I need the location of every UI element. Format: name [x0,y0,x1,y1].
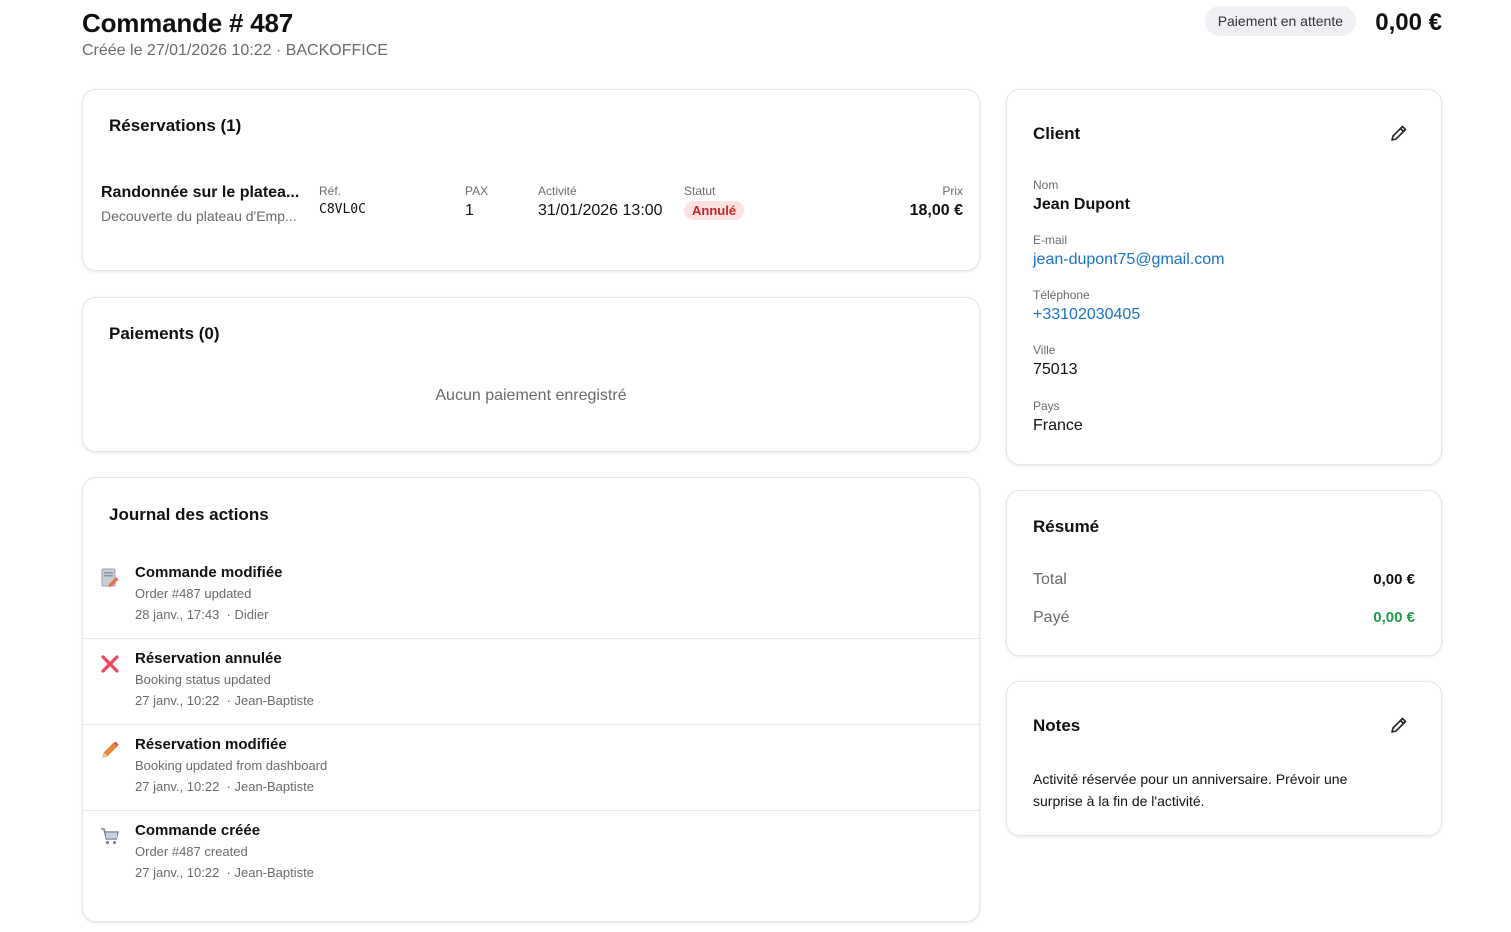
summary-paid-label: Payé [1033,609,1070,626]
client-phone-field: Téléphone +33102030405 [1033,288,1140,324]
reservations-card: Réservations (1) Randonnée sur le platea… [82,89,980,271]
client-name-field: Nom Jean Dupont [1033,178,1130,214]
log-description: Booking updated from dashboard [135,758,328,773]
client-email-field: E-mail jean-dupont75@gmail.com [1033,233,1224,269]
client-title: Client [1033,124,1081,143]
client-country: France [1033,417,1083,434]
summary-total-label: Total [1033,571,1067,588]
reservations-title: Réservations (1) [109,116,242,135]
reservation-status-badge: Annulé [684,201,745,220]
log-meta: 27 janv., 10:22 · Jean-Baptiste [135,779,314,794]
reservation-ref: C8VL0C [319,202,366,217]
activity-label: Activité [538,184,577,198]
status-label: Statut [684,184,716,198]
log-item: Réservation annulée Booking status updat… [83,639,979,725]
action-log-card: Journal des actions Commande modifiée Or… [82,477,980,922]
reservation-description: Decouverte du plateau d'Emp... [101,208,297,224]
log-meta: 27 janv., 10:22 · Jean-Baptiste [135,865,314,880]
reservation-ref-column: Réf. C8VL0C [319,184,366,217]
reservation-activity-column: Activité 31/01/2026 13:00 [538,184,663,220]
pax-label: PAX [465,184,489,198]
page-title: Commande # 487 [82,8,294,38]
reservation-activity-date: 31/01/2026 13:00 [538,202,663,219]
cross-icon [101,655,119,673]
payments-empty-message: Aucun paiement enregistré [435,387,627,404]
payments-card: Paiements (0) Aucun paiement enregistré [82,297,980,452]
reservation-pax: 1 [465,202,474,219]
client-city: 75013 [1033,361,1078,378]
order-subtitle: Créée le 27/01/2026 10:22 · BACKOFFICE [82,42,388,59]
log-description: Order #487 created [135,844,248,859]
client-email-label: E-mail [1033,233,1068,247]
price-label: Prix [942,184,963,198]
log-meta: 28 janv., 17:43 · Didier [135,607,269,622]
reservation-price-column: Prix 18,00 € [910,184,963,220]
summary-paid-value: 0,00 € [1373,609,1415,626]
client-email-link[interactable]: jean-dupont75@gmail.com [1033,251,1224,269]
notes-card: Notes Activité réservée pour un annivers… [1006,681,1442,836]
pencil-icon [102,741,119,758]
log-description: Order #487 updated [135,586,252,601]
log-title: Réservation modifiée [135,736,287,753]
log-title: Réservation annulée [135,650,282,667]
reservation-price: 18,00 € [909,202,963,219]
order-total-amount: 0,00 € [1375,9,1442,36]
client-country-field: Pays France [1033,399,1083,435]
reservation-name[interactable]: Randonnée sur le platea... [101,184,306,202]
summary-total-value: 0,00 € [1373,571,1415,588]
client-phone-link[interactable]: +33102030405 [1033,306,1140,324]
edit-client-pencil-icon[interactable] [1388,122,1410,144]
log-meta: 27 janv., 10:22 · Jean-Baptiste [135,693,314,708]
log-title: Commande modifiée [135,564,283,581]
log-item: Commande modifiée Order #487 updated 28 … [83,553,979,639]
client-phone-label: Téléphone [1033,288,1090,302]
ref-label: Réf. [319,184,342,198]
client-country-label: Pays [1033,399,1060,413]
notes-text: Activité réservée pour un anniversaire. … [1033,771,1348,809]
client-city-label: Ville [1033,343,1056,357]
log-item: Réservation modifiée Booking updated fro… [83,725,979,811]
client-card: Client Nom Jean Dupont E-mail jean-dupon… [1006,89,1442,465]
order-header: Commande # 487 Créée le 27/01/2026 10:22… [82,6,1442,66]
summary-card: Résumé Total 0,00 € Payé 0,00 € [1006,490,1442,656]
client-name: Jean Dupont [1033,196,1130,213]
action-log-title: Journal des actions [109,505,269,524]
payments-title: Paiements (0) [109,324,220,343]
log-description: Booking status updated [135,672,271,687]
edit-notes-pencil-icon[interactable] [1388,714,1410,736]
reservation-item[interactable]: Randonnée sur le platea... Decouverte du… [101,184,311,224]
notes-title: Notes [1033,716,1081,735]
log-item: Commande créée Order #487 created 27 jan… [83,811,979,897]
reservation-pax-column: PAX 1 [465,184,488,220]
payment-status-badge: Paiement en attente [1204,6,1356,36]
document-edit-icon [101,568,119,587]
log-title: Commande créée [135,822,261,839]
client-city-field: Ville 75013 [1033,343,1078,379]
summary-title: Résumé [1033,517,1100,536]
client-name-label: Nom [1033,178,1059,192]
reservation-status-column: Statut Annulé [684,184,745,220]
cart-icon [101,828,119,845]
